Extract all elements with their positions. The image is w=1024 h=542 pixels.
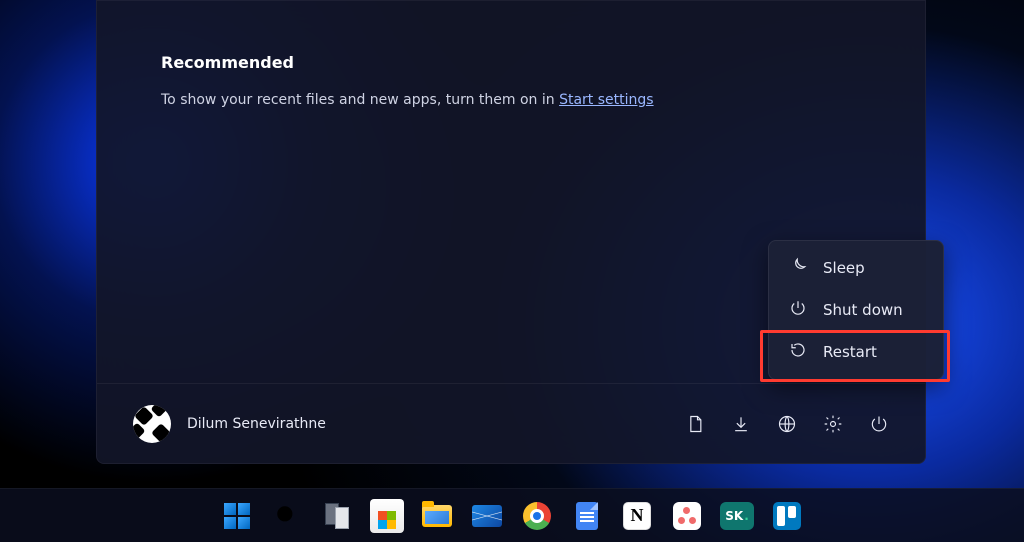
taskbar-google-docs[interactable] xyxy=(570,499,604,533)
user-name-label: Dilum Senevirathne xyxy=(187,416,326,432)
moon-icon xyxy=(789,257,807,279)
taskbar-asana[interactable] xyxy=(670,499,704,533)
power-icon[interactable] xyxy=(869,414,889,434)
recommended-hint: To show your recent files and new apps, … xyxy=(161,92,861,108)
taskbar-microsoft-store[interactable] xyxy=(370,499,404,533)
taskbar-sk-app[interactable]: SK. xyxy=(720,499,754,533)
taskbar-trello[interactable] xyxy=(770,499,804,533)
restart-icon xyxy=(789,341,807,363)
settings-icon[interactable] xyxy=(823,414,843,434)
taskbar: N SK. xyxy=(0,488,1024,542)
power-menu-label: Sleep xyxy=(823,259,865,277)
start-settings-link[interactable]: Start settings xyxy=(559,92,653,108)
power-menu-label: Shut down xyxy=(823,301,903,319)
taskbar-start-button[interactable] xyxy=(220,499,254,533)
power-menu-sleep[interactable]: Sleep xyxy=(769,247,943,289)
taskbar-file-explorer[interactable] xyxy=(420,499,454,533)
taskbar-mail[interactable] xyxy=(470,499,504,533)
taskbar-notion[interactable]: N xyxy=(620,499,654,533)
power-menu-restart[interactable]: Restart xyxy=(769,331,943,373)
network-icon[interactable] xyxy=(777,414,797,434)
taskbar-chrome[interactable] xyxy=(520,499,554,533)
start-menu-footer: Dilum Senevirathne xyxy=(97,383,925,463)
documents-icon[interactable] xyxy=(685,414,705,434)
start-menu-panel: Recommended To show your recent files an… xyxy=(96,0,926,464)
user-account-button[interactable]: Dilum Senevirathne xyxy=(133,405,326,443)
downloads-icon[interactable] xyxy=(731,414,751,434)
taskbar-task-view-button[interactable] xyxy=(320,499,354,533)
power-menu-shutdown[interactable]: Shut down xyxy=(769,289,943,331)
recommended-hint-text: To show your recent files and new apps, … xyxy=(161,92,559,108)
user-avatar xyxy=(133,405,171,443)
footer-icon-row xyxy=(685,414,889,434)
taskbar-search-button[interactable] xyxy=(270,499,304,533)
power-menu: Sleep Shut down Restart xyxy=(768,240,944,380)
power-off-icon xyxy=(789,299,807,321)
power-menu-label: Restart xyxy=(823,343,877,361)
recommended-heading: Recommended xyxy=(161,53,861,72)
